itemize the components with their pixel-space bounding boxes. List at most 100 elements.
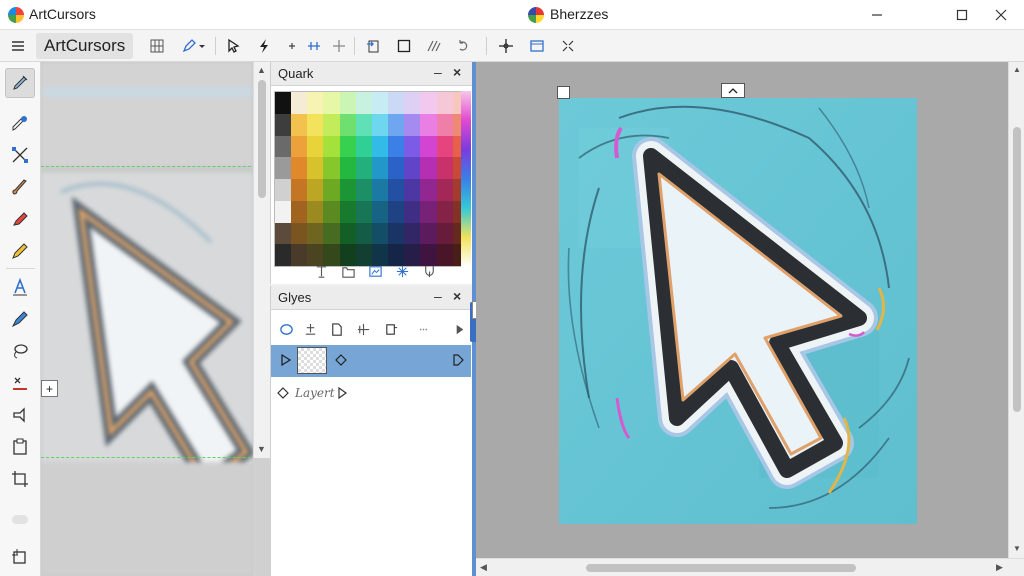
align-button[interactable] (302, 34, 326, 58)
color-swatch[interactable] (404, 157, 421, 179)
color-swatch[interactable] (420, 135, 437, 158)
tag-button[interactable] (353, 319, 373, 339)
menu-button[interactable] (6, 34, 30, 58)
color-swatch[interactable] (420, 157, 437, 179)
color-swatch[interactable] (388, 222, 405, 245)
scroll-down-icon[interactable]: ▼ (257, 444, 266, 454)
color-swatch[interactable] (436, 157, 453, 179)
color-swatch[interactable] (323, 135, 340, 158)
color-swatch[interactable] (323, 222, 340, 245)
row-end-icon[interactable] (452, 354, 464, 366)
color-swatch[interactable] (420, 92, 437, 114)
color-swatch[interactable] (275, 157, 292, 179)
color-swatch[interactable] (291, 200, 308, 223)
close-window-button[interactable] (978, 0, 1024, 30)
color-swatch[interactable] (371, 157, 389, 179)
crosshair-button[interactable] (494, 34, 518, 58)
color-swatch[interactable] (339, 157, 356, 179)
expand-row-icon[interactable] (279, 353, 293, 367)
tool-marker[interactable] (5, 204, 35, 234)
color-swatch[interactable] (388, 200, 405, 223)
color-swatch[interactable] (275, 222, 292, 245)
color-swatch[interactable] (291, 222, 308, 245)
expand-row-icon[interactable] (336, 387, 348, 399)
color-swatch[interactable] (436, 179, 453, 201)
color-swatch[interactable] (420, 179, 437, 201)
scatter-button[interactable] (556, 34, 580, 58)
pen-dropdown-button[interactable] (176, 34, 210, 58)
color-swatch[interactable] (371, 92, 389, 114)
scroll-up-icon[interactable]: ▲ (257, 65, 266, 75)
cursor-artwork[interactable] (559, 98, 917, 524)
color-swatch[interactable] (275, 92, 292, 114)
color-swatch[interactable] (388, 135, 405, 158)
glyph-row[interactable]: Layert (271, 381, 471, 407)
color-swatch[interactable] (388, 92, 405, 114)
color-swatch[interactable] (275, 113, 292, 136)
color-swatch[interactable] (436, 135, 453, 158)
panel-button[interactable] (381, 319, 401, 339)
color-swatch[interactable] (323, 157, 340, 179)
canvas-area[interactable] (476, 62, 1008, 558)
folder-button[interactable] (338, 261, 358, 281)
color-swatch[interactable] (436, 113, 453, 136)
stamp-button[interactable] (300, 319, 320, 339)
scrollbar-thumb[interactable] (258, 80, 266, 198)
color-swatch[interactable] (388, 179, 405, 201)
color-swatch[interactable] (355, 113, 372, 136)
play-button[interactable] (449, 319, 469, 339)
tool-lasso[interactable] (5, 336, 35, 366)
import-button[interactable] (361, 34, 385, 58)
color-swatch[interactable] (355, 135, 372, 158)
tool-artboard[interactable] (5, 542, 35, 572)
tool-text[interactable] (5, 272, 35, 302)
color-swatch[interactable] (291, 244, 308, 266)
color-swatch[interactable] (307, 179, 324, 201)
palette-hue-strip[interactable] (461, 91, 471, 267)
color-swatch[interactable] (323, 113, 340, 136)
color-swatch[interactable] (436, 244, 453, 266)
ellipse-button[interactable] (276, 319, 296, 339)
color-swatch[interactable] (388, 113, 405, 136)
color-swatch[interactable] (275, 135, 292, 158)
minimize-window-button[interactable] (854, 0, 900, 30)
color-swatch[interactable] (291, 113, 308, 136)
palette-close-button[interactable]: × (453, 64, 461, 80)
color-swatch[interactable] (275, 200, 292, 223)
slash-path-button[interactable] (422, 34, 446, 58)
color-swatch[interactable] (404, 222, 421, 245)
tool-pen[interactable] (5, 304, 35, 334)
color-swatch[interactable] (404, 200, 421, 223)
color-swatch[interactable] (323, 92, 340, 114)
color-swatch[interactable] (404, 113, 421, 136)
color-swatch[interactable] (339, 113, 356, 136)
glyphs-close-button[interactable]: × (453, 288, 461, 304)
color-swatch[interactable] (404, 179, 421, 201)
canvas-vertical-scrollbar[interactable]: ▲ ▼ (1008, 62, 1024, 558)
add-guide-button[interactable]: + (41, 380, 58, 397)
guide-line-top[interactable] (41, 166, 271, 167)
color-swatch[interactable] (339, 92, 356, 114)
node-button[interactable] (280, 34, 304, 58)
color-swatch[interactable] (420, 222, 437, 245)
color-swatch[interactable] (371, 222, 389, 245)
color-swatch[interactable] (355, 157, 372, 179)
fork-button[interactable] (419, 261, 439, 281)
resize-handle-top-left[interactable] (557, 86, 570, 99)
tool-pencil[interactable] (5, 236, 35, 266)
color-swatch[interactable] (420, 113, 437, 136)
scroll-left-icon[interactable]: ◀ (480, 562, 487, 573)
color-swatch[interactable] (275, 179, 292, 201)
color-swatch[interactable] (339, 179, 356, 201)
sparkle-button[interactable] (392, 261, 412, 281)
document-button[interactable] (326, 319, 346, 339)
scroll-up-icon[interactable]: ▲ (1013, 65, 1021, 74)
select-arrow-button[interactable] (222, 34, 246, 58)
glyphs-minimize-button[interactable]: – (434, 288, 442, 304)
color-swatch[interactable] (323, 179, 340, 201)
tool-shape[interactable] (5, 400, 35, 430)
scroll-down-icon[interactable]: ▼ (1013, 544, 1021, 553)
color-swatch[interactable] (436, 222, 453, 245)
secondary-view-scrollbar[interactable]: ▲ ▼ (253, 62, 270, 458)
text-baseline-button[interactable] (311, 261, 331, 281)
